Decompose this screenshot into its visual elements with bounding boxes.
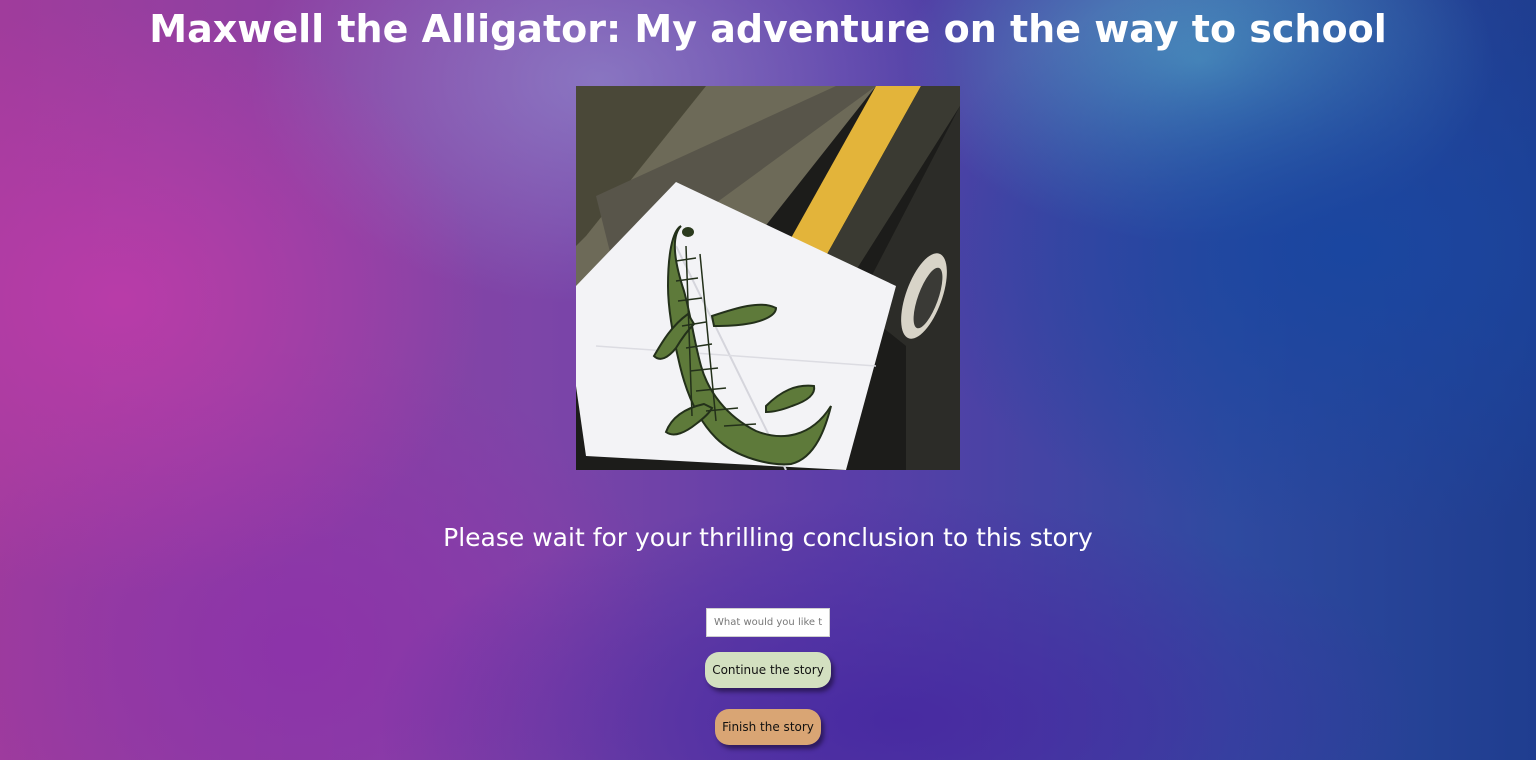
- story-image: [576, 86, 960, 470]
- page-title: Maxwell the Alligator: My adventure on t…: [149, 7, 1387, 51]
- story-prompt-input[interactable]: [706, 608, 830, 637]
- status-message: Please wait for your thrilling conclusio…: [443, 523, 1093, 552]
- continue-story-button[interactable]: Continue the story: [705, 652, 831, 688]
- alligator-drawing-image: [576, 86, 960, 470]
- finish-story-button[interactable]: Finish the story: [715, 709, 821, 745]
